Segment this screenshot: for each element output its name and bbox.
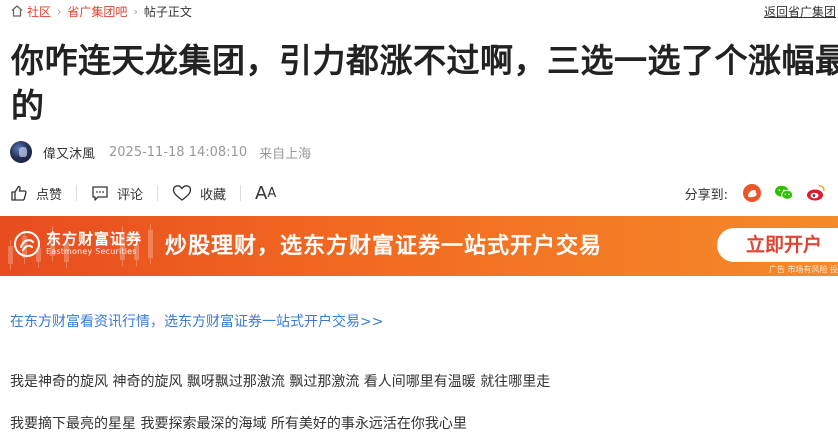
weibo-circle-icon[interactable] (742, 183, 762, 203)
open-account-button[interactable]: 立即开户 (717, 228, 838, 262)
share-bar: 分享到: (685, 182, 838, 204)
action-divider (157, 185, 159, 201)
post-title: 你咋连天龙集团，引力都涨不过啊，三选一选了个涨幅最小 的 (11, 38, 838, 128)
post-meta: 偉又沐風 2025-11-18 14:08:10 来自上海 (10, 141, 311, 163)
back-to-bar-link[interactable]: 返回省广集团 (764, 3, 836, 20)
comment-icon (92, 186, 108, 201)
ad-disclaimer: 广告 市场有风险 投 (768, 265, 838, 274)
favorite-button[interactable]: 收藏 (172, 184, 226, 203)
action-divider (76, 185, 78, 201)
brand-name-en: Eastmoney Securities (46, 247, 137, 256)
breadcrumb: 社区 › 省广集团吧 › 帖子正文 (10, 3, 192, 19)
comment-label: 评论 (117, 187, 144, 203)
ad-slogan: 炒股理财，选东方财富证券一站式开户交易 (165, 234, 603, 259)
weibo-icon[interactable] (806, 183, 826, 203)
font-size-large: A (255, 182, 268, 204)
post-paragraph: 我是神奇的旋风 神奇的旋风 飘呀飘过那激流 飘过那激流 看人间哪里有温暖 就往哪… (10, 374, 551, 390)
font-size-small: A (267, 185, 277, 201)
breadcrumb-current: 帖子正文 (143, 4, 192, 19)
like-button[interactable]: 点赞 (10, 184, 62, 203)
post-location: 来自上海 (259, 146, 312, 162)
breadcrumb-separator: › (57, 4, 62, 18)
action-bar: 点赞 评论 收藏 AA (10, 182, 276, 204)
breadcrumb-bar-link[interactable]: 省广集团吧 (67, 3, 127, 20)
breadcrumb-community-link[interactable]: 社区 (27, 3, 51, 20)
avatar[interactable] (10, 141, 32, 163)
post-timestamp: 2025-11-18 14:08:10 (109, 144, 248, 160)
author-name[interactable]: 偉又沐風 (43, 143, 95, 162)
share-label: 分享到: (684, 187, 728, 203)
font-size-button[interactable]: AA (255, 183, 276, 204)
like-label: 点赞 (36, 187, 63, 203)
post-paragraph: 我要摘下最亮的星星 我要探索最深的海域 所有美好的事永远活在你我心里 (10, 416, 467, 432)
favorite-label: 收藏 (200, 187, 227, 203)
heart-icon (172, 185, 192, 201)
eastmoney-logo-icon (14, 231, 40, 257)
action-divider (240, 185, 242, 201)
ad-banner[interactable]: 东方财富证券 Eastmoney Securities 炒股理财，选东方财富证券… (0, 216, 838, 276)
home-icon[interactable] (10, 4, 24, 18)
post-title-line2: 的 (11, 86, 45, 125)
wechat-icon[interactable] (774, 183, 794, 203)
promo-link[interactable]: 在东方财富看资讯行情，选东方财富证券一站式开户交易>> (10, 311, 383, 331)
thumbs-up-icon (11, 185, 27, 201)
post-title-line1: 你咋连天龙集团，引力都涨不过啊，三选一选了个涨幅最小 (11, 41, 838, 80)
breadcrumb-separator: › (133, 4, 138, 18)
brand-logo: 东方财富证券 Eastmoney Securities (14, 231, 142, 257)
brand-name-cn: 东方财富证券 (46, 230, 143, 248)
comment-button[interactable]: 评论 (91, 184, 143, 203)
